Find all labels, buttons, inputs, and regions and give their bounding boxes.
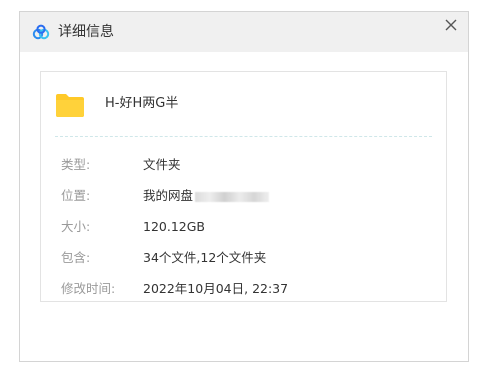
details-dialog: 详细信息 H-好H两G半 类型: 文件夹 位置: 我的网盘 大小: 120.12… bbox=[19, 11, 469, 362]
baidu-cloud-icon bbox=[32, 24, 50, 40]
close-icon bbox=[445, 19, 457, 31]
detail-value: 120.12GB bbox=[143, 219, 205, 234]
detail-value: 我的网盘 bbox=[143, 188, 194, 203]
redacted-path bbox=[195, 191, 270, 202]
dialog-title: 详细信息 bbox=[58, 24, 114, 40]
detail-label: 包含: bbox=[61, 250, 91, 265]
dialog-titlebar: 详细信息 bbox=[20, 12, 468, 52]
folder-icon bbox=[56, 94, 84, 117]
detail-label: 位置: bbox=[61, 188, 91, 203]
detail-label: 修改时间: bbox=[61, 281, 116, 296]
detail-label: 大小: bbox=[61, 219, 91, 234]
file-info-card: H-好H两G半 类型: 文件夹 位置: 我的网盘 大小: 120.12GB 包含… bbox=[40, 71, 447, 302]
detail-value: 2022年10月04日, 22:37 bbox=[143, 281, 289, 296]
file-name: H-好H两G半 bbox=[105, 96, 179, 111]
detail-value: 34个文件,12个文件夹 bbox=[143, 250, 267, 265]
divider bbox=[55, 136, 432, 137]
close-button[interactable] bbox=[434, 12, 468, 40]
detail-value-wrap: 我的网盘 bbox=[143, 187, 270, 205]
detail-label: 类型: bbox=[61, 157, 91, 172]
detail-value: 文件夹 bbox=[143, 157, 181, 172]
